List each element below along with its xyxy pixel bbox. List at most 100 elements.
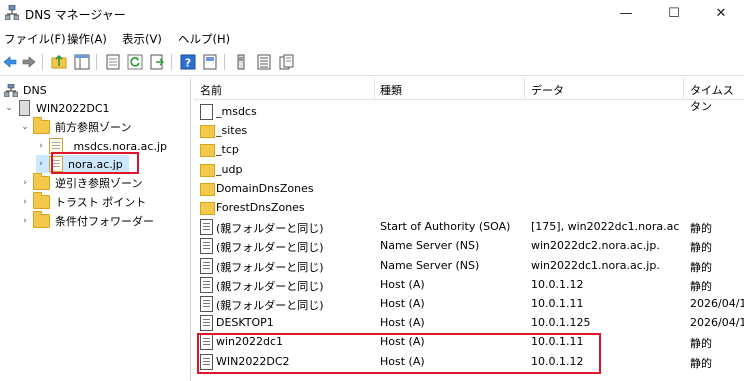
highlight-box xyxy=(51,152,139,174)
record-icon xyxy=(200,257,213,274)
column-divider[interactable] xyxy=(524,78,525,99)
menu-action[interactable]: 操作(A) xyxy=(67,31,107,47)
folder-icon xyxy=(33,192,50,209)
tree-label-forward-zones: 前方参照ゾーン xyxy=(55,121,132,134)
record-data: [175], win2022dc1.nora.ac... xyxy=(531,220,679,234)
record-name: _msdcs xyxy=(216,105,257,118)
console-tree: DNS ⌄ WIN2022DC1 ⌄ 前方参照ゾーン › _msdcs.nora… xyxy=(0,78,191,381)
minimize-button[interactable]: — xyxy=(603,0,649,27)
record-icon xyxy=(200,238,213,255)
tree-label-trust-points: トラスト ポイント xyxy=(55,196,147,209)
chevron-right-icon[interactable]: › xyxy=(36,159,46,169)
record-name: ForestDnsZones xyxy=(216,201,305,214)
tree-node-conditional-forwarders[interactable]: › 条件付フォワーダー xyxy=(20,211,154,230)
table-row[interactable]: (親フォルダーと同じ) Host (A) 10.0.1.11 2026/04/1 xyxy=(194,294,744,313)
table-row[interactable]: (親フォルダーと同じ) Name Server (NS) win2022dc2.no… xyxy=(194,236,744,255)
record-name: (親フォルダーと同じ) xyxy=(216,260,324,274)
chevron-down-icon[interactable]: ⌄ xyxy=(20,122,30,132)
chevron-down-icon[interactable]: ⌄ xyxy=(4,103,14,113)
record-timestamp: 静的 xyxy=(690,337,712,351)
column-divider[interactable] xyxy=(683,78,684,99)
record-name: DomainDnsZones xyxy=(216,181,314,195)
folder-icon xyxy=(33,117,50,134)
record-icon xyxy=(200,219,213,236)
column-header-data[interactable]: データ xyxy=(531,82,564,98)
up-folder-icon[interactable] xyxy=(51,54,67,70)
folder-icon xyxy=(200,182,215,196)
chevron-right-icon[interactable]: › xyxy=(20,178,30,188)
chevron-right-icon[interactable]: › xyxy=(20,197,30,207)
pane-icon[interactable] xyxy=(202,54,218,70)
record-timestamp: 静的 xyxy=(690,356,712,370)
column-divider[interactable] xyxy=(374,78,375,99)
tree-label-conditional-forwarders: 条件付フォワーダー xyxy=(55,215,154,228)
table-row[interactable]: (親フォルダーと同じ) Start of Authority (SOA) [175]… xyxy=(194,217,744,236)
table-row[interactable]: ForestDnsZones xyxy=(194,198,744,217)
record-timestamp: 静的 xyxy=(690,222,712,236)
folder-icon xyxy=(33,211,50,228)
column-header-type[interactable]: 種類 xyxy=(380,82,402,98)
tree-node-reverse-zones[interactable]: › 逆引き参照ゾーン xyxy=(20,173,142,192)
table-row[interactable]: DomainDnsZones xyxy=(194,179,744,198)
chevron-right-icon[interactable]: › xyxy=(20,216,30,226)
table-row[interactable]: DESKTOP1 Host (A) 10.0.1.125 2026/04/1 xyxy=(194,313,744,332)
record-timestamp: 2026/04/1 xyxy=(690,316,744,330)
svg-text:?: ? xyxy=(185,57,191,70)
tree-node-trust-points[interactable]: › トラスト ポイント xyxy=(20,192,147,211)
toolbar-separator xyxy=(42,54,43,70)
toolbar-separator xyxy=(171,54,172,70)
chevron-right-icon[interactable]: › xyxy=(36,141,46,151)
record-data: win2022dc2.nora.ac.jp. xyxy=(531,239,660,253)
record-name: _udp xyxy=(216,162,243,176)
record-name: (親フォルダーと同じ) xyxy=(216,279,324,293)
menu-help[interactable]: ヘルプ(H) xyxy=(178,31,230,47)
window-title: DNS マネージャー xyxy=(25,8,126,22)
folder-icon xyxy=(200,125,215,139)
toolbar-separator xyxy=(224,54,225,70)
title-bar: DNS マネージャー — ☐ ✕ xyxy=(0,0,744,27)
table-row[interactable]: _udp xyxy=(194,160,744,179)
list-icon[interactable] xyxy=(256,54,272,70)
record-data: 10.0.1.12 xyxy=(531,277,584,291)
record-list: 名前 種類 データ タイムスタン _msdcs _sites _tcp _udp Dom… xyxy=(194,78,744,381)
copy-icon[interactable] xyxy=(279,54,295,70)
export-icon[interactable] xyxy=(149,54,165,70)
menu-view[interactable]: 表示(V) xyxy=(122,31,162,47)
dns-root-icon xyxy=(4,83,18,97)
record-name: DESKTOP1 xyxy=(216,316,274,330)
toolbar: ? xyxy=(0,49,744,76)
column-header-name[interactable]: 名前 xyxy=(200,82,222,98)
maximize-button[interactable]: ☐ xyxy=(651,0,697,27)
table-row[interactable]: (親フォルダーと同じ) Host (A) 10.0.1.12 静的 xyxy=(194,275,744,294)
tree-node-server[interactable]: ⌄ WIN2022DC1 xyxy=(4,99,110,117)
forward-arrow-icon[interactable] xyxy=(21,54,37,70)
record-timestamp: 静的 xyxy=(690,260,712,274)
server-icon[interactable] xyxy=(233,54,249,70)
record-timestamp: 静的 xyxy=(690,241,712,255)
record-name: (親フォルダーと同じ) xyxy=(216,222,324,236)
menu-bar: ファイル(F) 操作(A) 表示(V) ヘルプ(H) xyxy=(0,28,744,48)
record-data: win2022dc1.nora.ac.jp. xyxy=(531,258,660,272)
help-icon[interactable]: ? xyxy=(180,54,196,70)
tree-node-forward-zones[interactable]: ⌄ 前方参照ゾーン xyxy=(20,117,132,136)
folder-icon xyxy=(200,144,215,158)
table-row[interactable]: _tcp xyxy=(194,140,744,159)
folder-icon xyxy=(33,173,50,190)
record-data: 10.0.1.11 xyxy=(531,297,584,310)
record-name: _tcp xyxy=(216,143,239,157)
show-tree-icon[interactable] xyxy=(74,54,90,70)
record-type: Host (A) xyxy=(380,316,425,330)
table-row[interactable]: _sites xyxy=(194,121,744,140)
record-icon xyxy=(200,315,213,332)
refresh-icon[interactable] xyxy=(127,54,143,70)
back-arrow-icon[interactable] xyxy=(2,54,18,70)
table-row[interactable]: _msdcs xyxy=(194,102,744,121)
record-type: Name Server (NS) xyxy=(380,258,480,272)
properties-icon[interactable] xyxy=(105,54,121,70)
menu-file[interactable]: ファイル(F) xyxy=(4,31,66,47)
close-button[interactable]: ✕ xyxy=(698,0,744,27)
record-type: Start of Authority (SOA) xyxy=(380,220,511,234)
tree-node-dns[interactable]: DNS xyxy=(4,81,47,99)
table-row[interactable]: (親フォルダーと同じ) Name Server (NS) win2022dc1.no… xyxy=(194,256,744,275)
highlight-box xyxy=(197,333,601,374)
